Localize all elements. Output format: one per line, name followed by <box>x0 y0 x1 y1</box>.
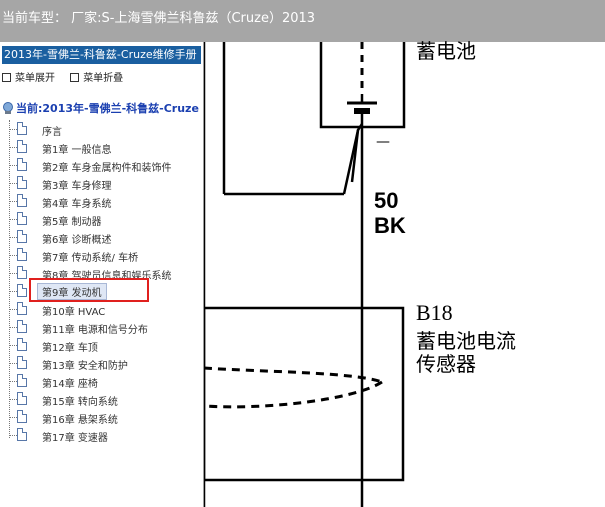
document-icon <box>17 302 27 315</box>
collapse-menu-label: 菜单折叠 <box>83 73 124 84</box>
tree-item-chapter-1[interactable]: 第1章 一般信息 <box>9 138 199 156</box>
document-icon <box>17 374 27 387</box>
document-icon <box>17 230 27 243</box>
document-icon <box>17 194 27 207</box>
tree-item-chapter-12[interactable]: 第12章 车顶 <box>9 336 199 354</box>
document-icon <box>17 320 27 333</box>
expand-menu-button[interactable]: 菜单展开 <box>2 69 55 84</box>
wiring-diagram-canvas <box>204 42 406 507</box>
selection-highlight-box <box>29 278 149 302</box>
sensor-loop-top <box>204 366 383 384</box>
tree-item-chapter-2[interactable]: 第2章 车身金属构件和装饰件 <box>9 156 199 174</box>
tree-item-label: 第2章 车身金属构件和装饰件 <box>42 163 172 174</box>
menu-toolbar: 菜单展开 菜单折叠 <box>2 69 135 84</box>
wire-color-label: BK <box>374 213 406 238</box>
tree-item-preface[interactable]: 序言 <box>9 120 199 138</box>
document-icon <box>17 410 27 423</box>
tree-item-label: 第13章 安全和防护 <box>42 361 128 372</box>
tree-item-chapter-16[interactable]: 第16章 悬架系统 <box>9 408 199 426</box>
document-icon <box>17 284 27 297</box>
tree-item-chapter-14[interactable]: 第14章 座椅 <box>9 372 199 390</box>
tree-item-label: 第6章 诊断概述 <box>42 235 112 246</box>
component-name-line2: 传感器 <box>416 352 476 376</box>
tree-item-label: 第16章 悬架系统 <box>42 415 118 426</box>
window-title-bar: 当前车型： 厂家:S-上海雪佛兰科鲁兹（Cruze）2013 <box>0 0 605 42</box>
document-icon <box>17 212 27 225</box>
tree-item-label: 第15章 转向系统 <box>42 397 118 408</box>
tree-item-label: 第4章 车身系统 <box>42 199 112 210</box>
globe-icon <box>3 102 13 114</box>
tree-item-label: 第1章 一般信息 <box>42 145 112 156</box>
tree-item-label: 第5章 制动器 <box>42 217 102 228</box>
tree-item-label: 第12章 车顶 <box>42 343 98 354</box>
expand-icon <box>2 73 11 82</box>
tree-item-chapter-17[interactable]: 第17章 变速器 <box>9 426 199 444</box>
tree-root-label: 当前:2013年-雪佛兰-科鲁兹-Cruze <box>16 102 199 115</box>
tree-item-chapter-3[interactable]: 第3章 车身修理 <box>9 174 199 192</box>
collapse-icon <box>70 73 80 82</box>
negative-terminal-label: — <box>376 134 390 150</box>
tree-item-label: 第3章 车身修理 <box>42 181 112 192</box>
tree-item-label: 第11章 电源和信号分布 <box>42 325 148 336</box>
tree-item-chapter-11[interactable]: 第11章 电源和信号分布 <box>9 318 199 336</box>
tree-item-chapter-10[interactable]: 第10章 HVAC <box>9 300 199 318</box>
tree-item-label: 第14章 座椅 <box>42 379 98 390</box>
tree-item-chapter-7[interactable]: 第7章 传动系统/ 车桥 <box>9 246 199 264</box>
battery-label: 蓄电池 <box>416 39 476 63</box>
tree-item-chapter-15[interactable]: 第15章 转向系统 <box>9 390 199 408</box>
document-icon <box>17 140 27 153</box>
document-icon <box>17 176 27 189</box>
manual-title: 2013年-雪佛兰-科鲁兹-Cruze维修手册 <box>2 46 201 64</box>
document-icon <box>17 428 27 441</box>
document-icon <box>17 248 27 261</box>
document-icon <box>17 122 27 135</box>
document-icon <box>17 338 27 351</box>
tree-item-chapter-13[interactable]: 第13章 安全和防护 <box>9 354 199 372</box>
wire-number-label: 50 <box>374 188 399 213</box>
tree-item-chapter-4[interactable]: 第4章 车身系统 <box>9 192 199 210</box>
component-ref-label: B18 <box>416 300 453 325</box>
tree-item-label: 序言 <box>42 127 62 138</box>
document-icon <box>17 356 27 369</box>
current-sensor-box <box>204 306 405 482</box>
document-icon <box>17 392 27 405</box>
collapse-menu-button[interactable]: 菜单折叠 <box>70 69 123 84</box>
wiring-diagram: 蓄电池 — 50 BK B18 蓄电池电流 传感器 <box>204 39 605 507</box>
tree-item-label: 第10章 HVAC <box>42 307 106 318</box>
tree-item-chapter-6[interactable]: 第6章 诊断概述 <box>9 228 199 246</box>
tree-item-label: 第17章 变速器 <box>42 433 108 444</box>
tree-item-label: 第7章 传动系统/ 车桥 <box>42 253 139 264</box>
sidebar: 2013年-雪佛兰-科鲁兹-Cruze维修手册 菜单展开 菜单折叠 当前:201… <box>0 42 204 507</box>
tree-item-chapter-5[interactable]: 第5章 制动器 <box>9 210 199 228</box>
tree-root[interactable]: 当前:2013年-雪佛兰-科鲁兹-Cruze <box>2 100 199 116</box>
expand-menu-label: 菜单展开 <box>15 73 55 84</box>
document-icon <box>17 266 27 279</box>
document-icon <box>17 158 27 171</box>
sensor-loop-bottom <box>204 380 383 409</box>
window-title: 当前车型： 厂家:S-上海雪佛兰科鲁兹（Cruze）2013 <box>2 11 316 26</box>
